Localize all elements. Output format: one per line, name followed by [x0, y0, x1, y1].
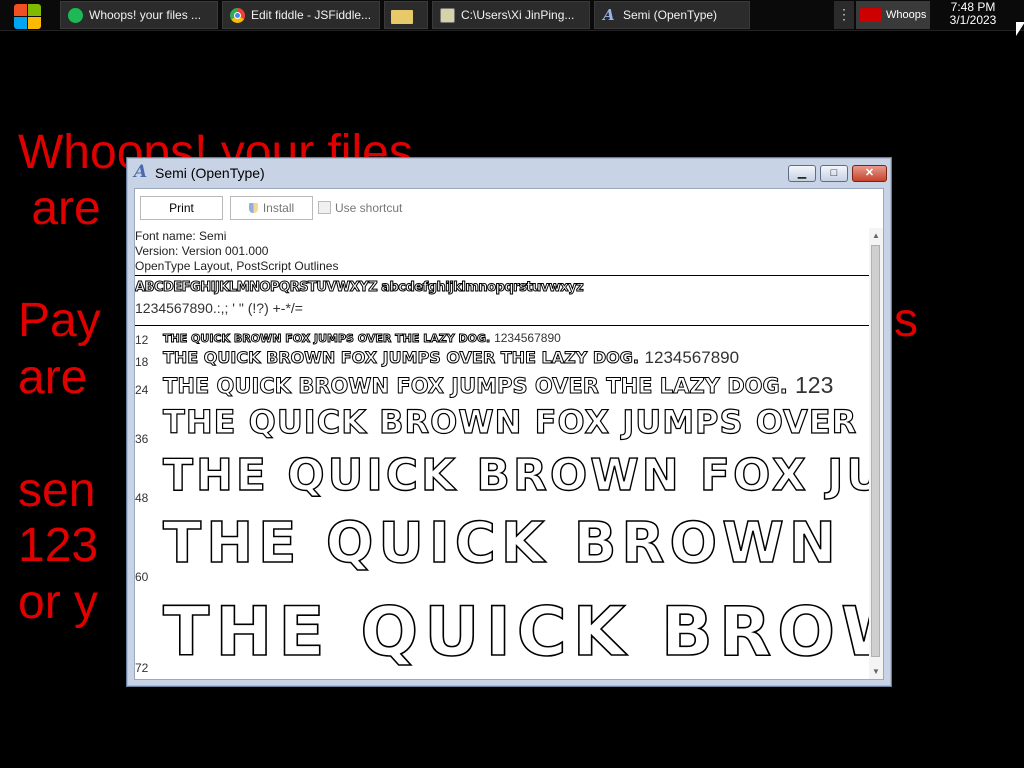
desktop-text-line: or y [18, 576, 99, 629]
use-shortcut-label: Use shortcut [335, 201, 403, 215]
shield-icon [248, 203, 258, 213]
taskbar-item-whoops[interactable]: Whoops! your files ... [60, 1, 218, 29]
use-shortcut-option[interactable]: Use shortcut [318, 201, 402, 217]
divider [135, 275, 869, 276]
taskbar-item-font-viewer[interactable]: Semi (OpenType) [594, 1, 750, 29]
charset-letters: ABCDEFGHIJKLMNOPQRSTUVWXYZ abcdefghijklm… [135, 280, 584, 296]
minimize-button[interactable]: ▁ [788, 165, 816, 182]
sample-glyphs: THE QUICK BROWN FOX JUMPS OVER THE LAZY … [163, 348, 640, 368]
use-shortcut-checkbox[interactable] [318, 201, 331, 214]
divider [135, 325, 869, 326]
size-label: 36 [135, 432, 149, 446]
taskbar-item-label: Edit fiddle - JSFiddle... [251, 8, 372, 22]
windows-logo-quad [14, 17, 27, 29]
taskbar-item-label: Semi (OpenType) [623, 8, 718, 22]
close-button[interactable]: ✕ [852, 165, 887, 182]
chrome-icon [230, 8, 245, 23]
window-client: Print Install Use shortcut Font name: Se… [134, 188, 884, 680]
window-title: Semi (OpenType) [155, 165, 265, 181]
clock-date: 3/1/2023 [949, 13, 997, 27]
desktop-text-line: sen [18, 464, 96, 517]
print-button[interactable]: Print [140, 196, 223, 220]
sample-text: THE QUICK BROWN FOX JUMPS OVER THE LAZY … [162, 331, 561, 346]
size-label: 18 [135, 355, 149, 369]
size-label: 60 [135, 570, 149, 584]
font-icon [602, 2, 617, 28]
desktop-text-line: 123 [18, 519, 99, 572]
clock[interactable]: 7:48 PM 3/1/2023 [940, 0, 1006, 31]
tray-app-label: Whoops [886, 9, 927, 21]
maximize-button[interactable]: □ [820, 165, 848, 182]
taskbar-item-explorer[interactable] [384, 1, 428, 29]
font-layout: OpenType Layout, PostScript Outlines [135, 259, 339, 273]
desktop-text-line: are [18, 182, 101, 235]
taskbar-item-label: C:\Users\Xi JinPing... [461, 8, 575, 22]
font-name: Font name: Semi [135, 229, 227, 243]
size-label: 72 [135, 661, 149, 675]
desktop-text-line: s [894, 294, 918, 347]
size-label: 12 [135, 333, 149, 347]
taskbar-item-label: Whoops! your files ... [89, 8, 202, 22]
toolbar: Print Install Use shortcut [135, 189, 883, 227]
scroll-down-arrow-icon[interactable]: ▼ [872, 667, 880, 676]
taskbar: Whoops! your files ... Edit fiddle - JSF… [0, 0, 1024, 31]
sample-glyphs: THE QUICK BROWN FOX JUMPS OVER THE LAZY … [163, 374, 789, 399]
windows-logo-quad [28, 17, 41, 29]
taskbar-item-notepad[interactable]: C:\Users\Xi JinPing... [432, 1, 590, 29]
font-preview[interactable]: Font name: Semi Version: Version 001.000… [135, 228, 883, 679]
tray-overflow-button[interactable]: ⋮ [834, 1, 854, 29]
sample-glyphs: THE QUICK BROWN FOX JUMPS OVER THE LAZY … [162, 332, 491, 346]
folder-icon [391, 10, 413, 24]
scroll-thumb[interactable] [871, 245, 880, 657]
install-button[interactable]: Install [230, 196, 313, 220]
sample-text: THE QUICK BROWN FOX JUM [162, 449, 883, 501]
size-label: 48 [135, 491, 149, 505]
windows-logo-icon [14, 4, 27, 16]
app-icon [860, 8, 882, 22]
font-icon: A [134, 162, 148, 182]
notepad-icon [440, 8, 455, 23]
size-label: 24 [135, 383, 149, 397]
font-viewer-window: A Semi (OpenType) ▁ □ ✕ Print Install Us… [126, 157, 892, 687]
mouse-cursor-icon [1016, 22, 1024, 36]
windows-logo-quad [28, 4, 41, 16]
sample-text: THE QUICK BROWN FOX JUMPS OVER [162, 402, 858, 441]
install-label: Install [262, 201, 295, 215]
sample-text: THE QUICK BROWN FOX JUMPS OVER THE LAZY … [163, 348, 740, 368]
window-titlebar[interactable]: A Semi (OpenType) ▁ □ ✕ [127, 158, 891, 188]
sample-digits: 1234567890 [644, 348, 740, 367]
start-button[interactable] [6, 1, 50, 29]
sample-text: THE QUICK BROWN [162, 592, 883, 673]
notepad-app-icon [68, 8, 83, 23]
charset-symbols: 1234567890.:,; ' " (!?) +-*/= [135, 300, 303, 316]
sample-text: THE QUICK BROWN FOX JUMPS OVER THE LAZY … [163, 372, 834, 399]
sample-digits: 1234567890 [494, 331, 561, 345]
tray-app-whoops[interactable]: Whoops [856, 1, 930, 29]
font-version: Version: Version 001.000 [135, 244, 269, 258]
scroll-up-arrow-icon[interactable]: ▲ [872, 231, 880, 240]
taskbar-item-chrome[interactable]: Edit fiddle - JSFiddle... [222, 1, 380, 29]
vertical-scrollbar[interactable]: ▲ ▼ [869, 228, 883, 679]
desktop-text-line: Pay [18, 294, 101, 347]
desktop-text-line: are [18, 351, 88, 404]
sample-text: THE QUICK BROWN FO [162, 510, 883, 577]
sample-digits: 123 [795, 372, 834, 398]
